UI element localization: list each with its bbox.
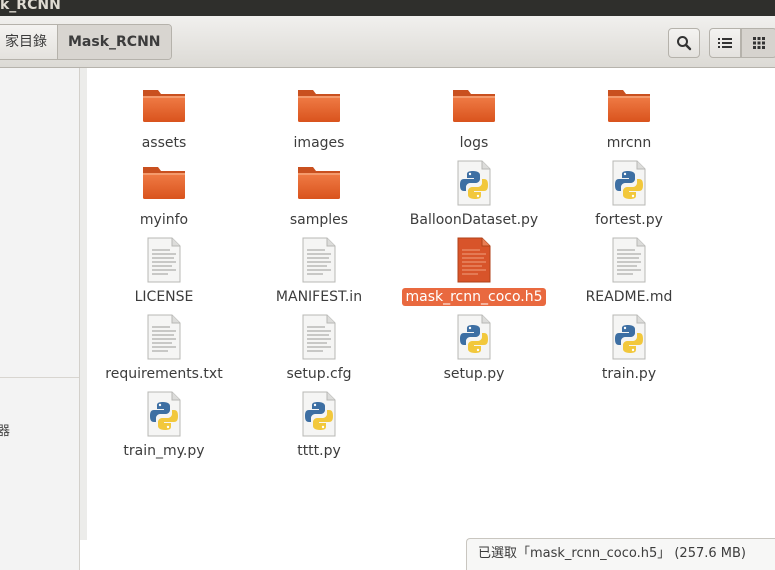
file-item[interactable]: tttt.py xyxy=(243,390,395,460)
folder-item[interactable]: images xyxy=(243,82,395,152)
grid-view-button[interactable] xyxy=(741,28,775,58)
file-item[interactable]: fortest.py xyxy=(553,159,705,229)
search-button[interactable] xyxy=(668,28,700,58)
python-file-icon xyxy=(140,390,188,438)
grid-icon xyxy=(753,37,765,49)
folder-icon xyxy=(605,82,653,130)
folder-item[interactable]: logs xyxy=(398,82,550,152)
file-label: assets xyxy=(141,135,187,151)
file-item[interactable]: LICENSE xyxy=(88,236,240,306)
file-item[interactable]: train_my.py xyxy=(88,390,240,460)
file-item[interactable]: BalloonDataset.py xyxy=(398,159,550,229)
folder-icon xyxy=(140,159,188,207)
folder-icon xyxy=(450,82,498,130)
breadcrumb-current[interactable]: Mask_RCNN xyxy=(58,25,171,59)
text-file-icon xyxy=(295,236,343,284)
file-item[interactable]: setup.cfg xyxy=(243,313,395,383)
folder-icon xyxy=(295,82,343,130)
header-bar: 家目錄 Mask_RCNN xyxy=(0,16,775,68)
folder-item[interactable]: myinfo xyxy=(88,159,240,229)
file-item[interactable]: setup.py xyxy=(398,313,550,383)
python-file-icon xyxy=(605,313,653,361)
list-icon xyxy=(718,38,732,48)
file-label: fortest.py xyxy=(595,212,663,228)
file-label: README.md xyxy=(585,289,673,305)
list-view-button[interactable] xyxy=(709,28,741,58)
status-bar: 已選取「mask_rcnn_coco.h5」 (257.6 MB) xyxy=(466,538,775,570)
file-item[interactable]: requirements.txt xyxy=(88,313,240,383)
sidebar-item-label[interactable]: 器 xyxy=(0,420,10,439)
text-file-icon xyxy=(605,236,653,284)
file-label: setup.py xyxy=(443,366,505,382)
view-edge xyxy=(80,68,87,540)
file-label: mask_rcnn_coco.h5 xyxy=(402,288,546,306)
file-item[interactable]: mask_rcnn_coco.h5 xyxy=(398,236,550,306)
python-file-icon xyxy=(450,313,498,361)
file-label: tttt.py xyxy=(297,443,341,459)
file-item[interactable]: README.md xyxy=(553,236,705,306)
window-title: k_RCNN xyxy=(0,0,61,13)
python-file-icon xyxy=(605,159,653,207)
text-file-icon xyxy=(140,313,188,361)
file-label: images xyxy=(293,135,345,151)
python-file-icon xyxy=(450,159,498,207)
search-icon xyxy=(677,36,692,51)
file-label: BalloonDataset.py xyxy=(409,212,539,228)
folder-icon xyxy=(295,159,343,207)
file-label: train.py xyxy=(601,366,657,382)
breadcrumb: 家目錄 Mask_RCNN xyxy=(0,24,172,60)
file-label: mrcnn xyxy=(606,135,652,151)
file-item[interactable]: MANIFEST.in xyxy=(243,236,395,306)
text-file-icon xyxy=(140,236,188,284)
file-label: setup.cfg xyxy=(286,366,352,382)
sidebar: 器 xyxy=(0,68,80,570)
sidebar-divider xyxy=(0,377,79,378)
folder-icon xyxy=(140,82,188,130)
text-file-icon xyxy=(295,313,343,361)
file-label: logs xyxy=(459,135,489,151)
binary-file-icon xyxy=(450,236,498,284)
file-label: samples xyxy=(289,212,349,228)
file-label: train_my.py xyxy=(123,443,205,459)
folder-item[interactable]: assets xyxy=(88,82,240,152)
folder-item[interactable]: mrcnn xyxy=(553,82,705,152)
title-bar: k_RCNN xyxy=(0,0,775,16)
file-label: MANIFEST.in xyxy=(275,289,363,305)
file-label: myinfo xyxy=(139,212,189,228)
python-file-icon xyxy=(295,390,343,438)
file-label: requirements.txt xyxy=(105,366,223,382)
file-label: LICENSE xyxy=(134,289,194,305)
folder-item[interactable]: samples xyxy=(243,159,395,229)
breadcrumb-home[interactable]: 家目錄 xyxy=(0,25,58,59)
file-item[interactable]: train.py xyxy=(553,313,705,383)
